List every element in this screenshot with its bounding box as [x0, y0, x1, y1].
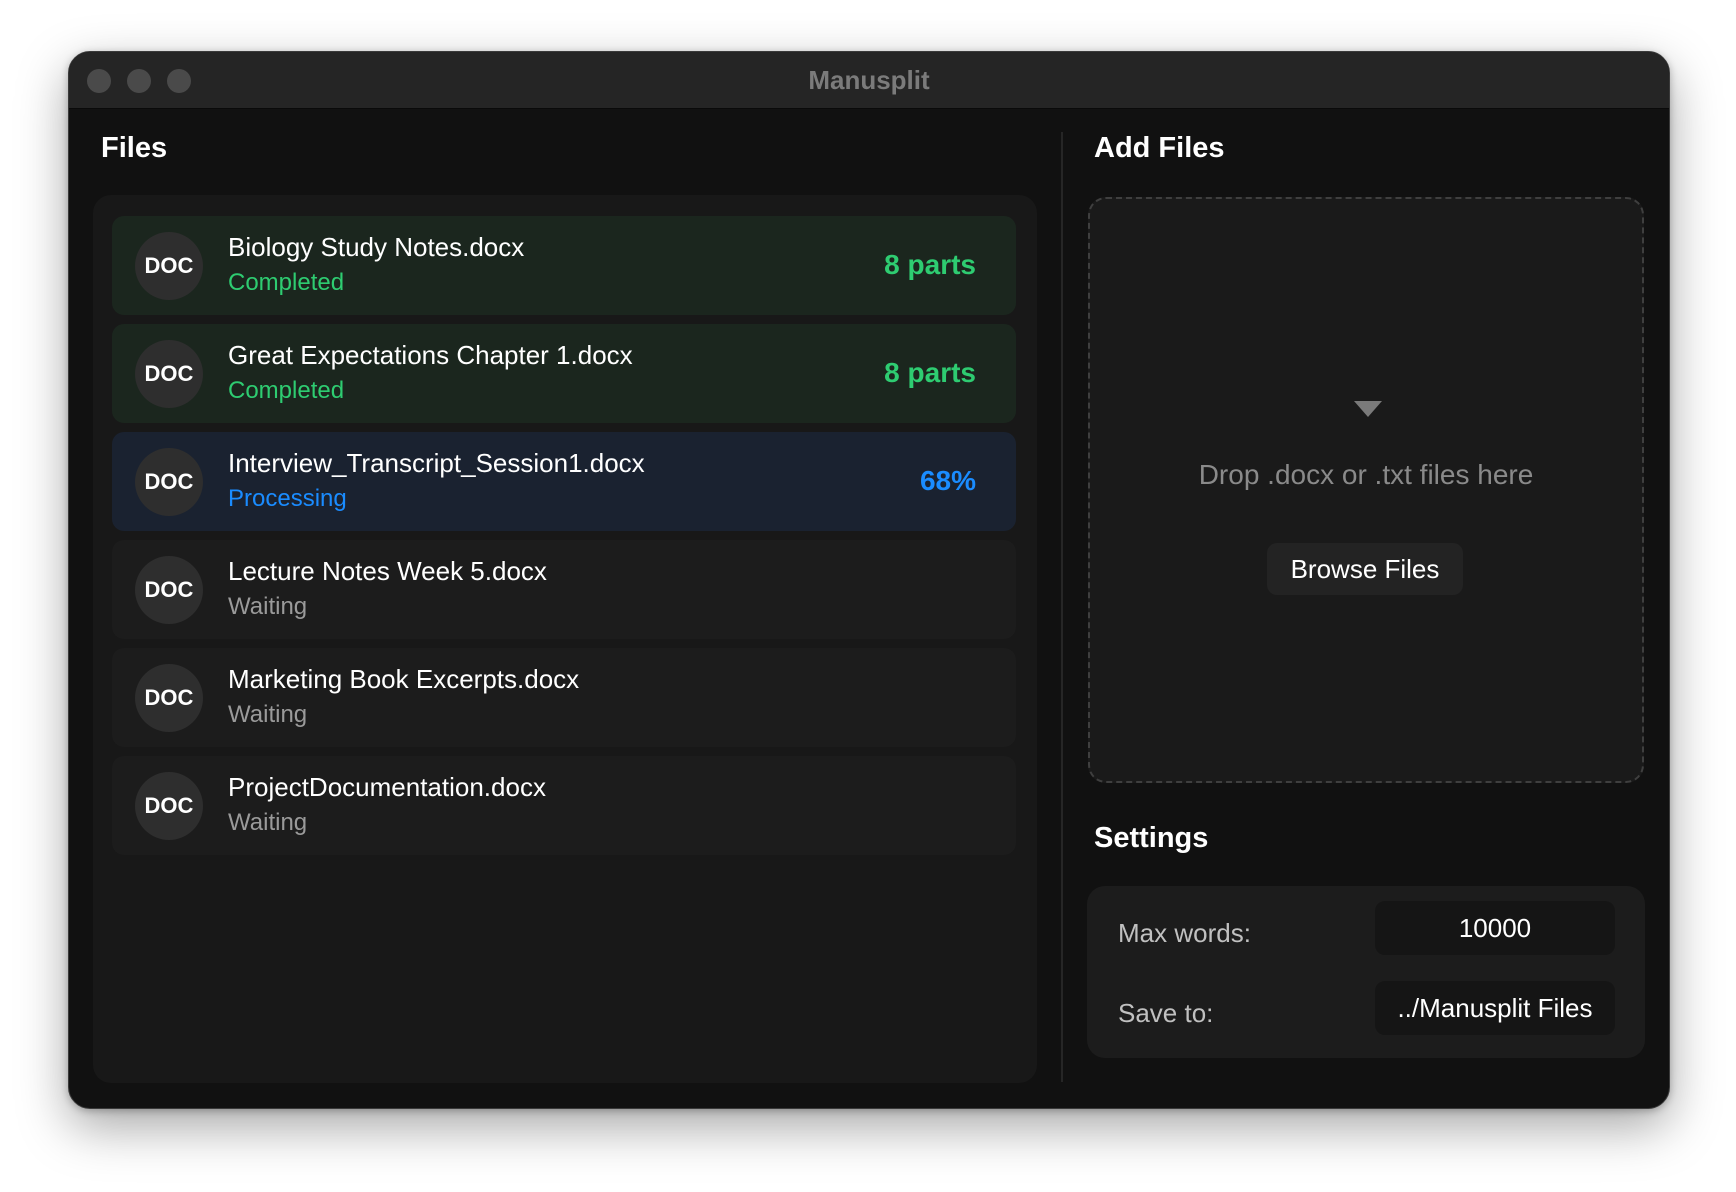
doc-icon: DOC [135, 772, 203, 840]
file-row-great-expectations[interactable]: DOC Great Expectations Chapter 1.docx Co… [112, 324, 1016, 423]
file-status: Waiting [228, 809, 308, 836]
file-row-marketing-book[interactable]: DOC Marketing Book Excerpts.docx Waiting [112, 648, 1016, 747]
files-heading: Files [101, 132, 168, 164]
title-bar: Manusplit [69, 52, 1669, 109]
doc-icon: DOC [135, 340, 203, 408]
file-name: Biology Study Notes.docx [228, 232, 525, 262]
file-row-interview-transcript[interactable]: DOC Interview_Transcript_Session1.docx P… [112, 432, 1016, 531]
file-name: Interview_Transcript_Session1.docx [228, 448, 645, 478]
drop-instructions: Drop .docx or .txt files here [1198, 459, 1534, 490]
doc-icon: DOC [135, 556, 203, 624]
add-files-heading: Add Files [1094, 132, 1225, 164]
down-triangle-icon [1354, 401, 1382, 417]
app-window: Manusplit Files DOC Biology Study Notes.… [68, 51, 1670, 1109]
file-status: Waiting [228, 593, 308, 620]
browse-files-button[interactable]: Browse Files [1267, 543, 1463, 595]
settings-heading: Settings [1094, 822, 1209, 854]
file-result: 8 parts [884, 357, 976, 388]
doc-icon: DOC [135, 664, 203, 732]
file-status: Processing [228, 485, 347, 512]
progress-percent: 68% [919, 465, 976, 496]
save-to-field[interactable]: ../Manusplit Files [1375, 981, 1615, 1035]
file-name: Great Expectations Chapter 1.docx [228, 340, 633, 370]
max-words-input[interactable]: 10000 [1375, 901, 1615, 955]
settings-panel: Max words: 10000 Save to: ../Manusplit F… [1087, 886, 1645, 1058]
file-status: Waiting [228, 701, 308, 728]
file-result: 8 parts [884, 249, 976, 280]
doc-icon: DOC [135, 232, 203, 300]
file-row-project-documentation[interactable]: DOC ProjectDocumentation.docx Waiting [112, 756, 1016, 855]
doc-icon: DOC [135, 448, 203, 516]
window-title: Manusplit [808, 65, 930, 95]
file-status: Completed [228, 377, 345, 404]
file-name: Marketing Book Excerpts.docx [228, 664, 580, 694]
file-list: DOC Biology Study Notes.docx Completed 8… [93, 195, 1037, 1083]
file-drop-zone[interactable]: Drop .docx or .txt files here Browse Fil… [1088, 197, 1644, 783]
file-row-biology-study-notes[interactable]: DOC Biology Study Notes.docx Completed 8… [112, 216, 1016, 315]
save-to-label: Save to: [1118, 998, 1214, 1028]
file-status: Completed [228, 269, 345, 296]
file-name: Lecture Notes Week 5.docx [228, 556, 547, 586]
max-words-label: Max words: [1118, 918, 1251, 948]
file-row-lecture-notes[interactable]: DOC Lecture Notes Week 5.docx Waiting [112, 540, 1016, 639]
panel-divider [1061, 132, 1063, 1082]
file-name: ProjectDocumentation.docx [228, 772, 546, 802]
